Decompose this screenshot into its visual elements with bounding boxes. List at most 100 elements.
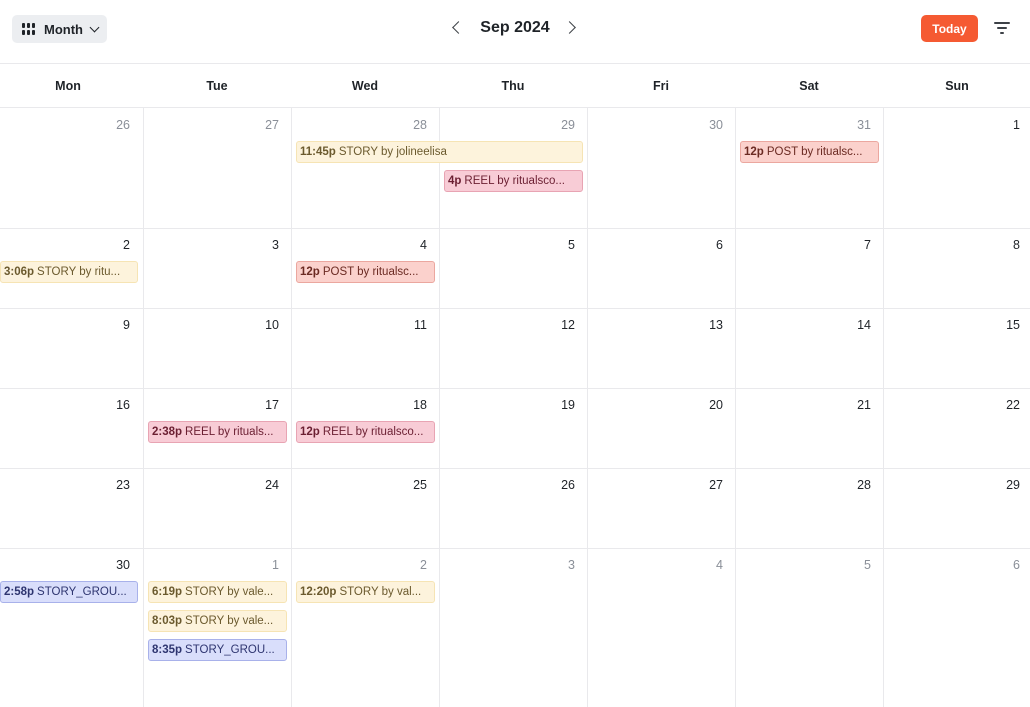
calendar-event[interactable]: 2:58p STORY_GROU... [0, 581, 138, 603]
day-number: 1 [1013, 118, 1020, 132]
previous-month-icon[interactable] [452, 21, 465, 34]
day-cell[interactable]: 4 [587, 548, 735, 707]
weekday-label: Wed [351, 79, 379, 93]
day-cell[interactable]: 26 [0, 108, 148, 228]
day-number: 7 [864, 238, 871, 252]
day-cell[interactable]: 11 [291, 308, 439, 388]
day-cell[interactable]: 14 [735, 308, 883, 388]
event-time: 12p [300, 266, 320, 278]
event-time: 12p [744, 146, 764, 158]
day-number: 9 [123, 318, 130, 332]
event-title: REEL by ritualsco... [322, 426, 424, 438]
day-number: 11 [414, 318, 427, 332]
day-cell[interactable]: 2 [291, 548, 439, 707]
event-time: 2:58p [4, 586, 35, 598]
day-cell[interactable]: 8 [883, 228, 1030, 308]
day-cell[interactable]: 16 [0, 388, 148, 468]
day-cell[interactable]: 3 [439, 548, 587, 707]
day-cell[interactable]: 6 [587, 228, 735, 308]
month-navigator: Sep 2024 [440, 14, 590, 42]
day-cell[interactable]: 1 [883, 108, 1030, 228]
event-time: 12:20p [300, 586, 337, 598]
weekday-label: Sun [945, 79, 969, 93]
today-button[interactable]: Today [921, 15, 978, 42]
event-time: 6:19p [152, 586, 183, 598]
day-number: 30 [116, 558, 130, 572]
event-title: STORY by ritu... [37, 266, 121, 278]
day-number: 28 [413, 118, 427, 132]
filter-icon[interactable] [994, 22, 1010, 34]
day-cell[interactable]: 20 [587, 388, 735, 468]
day-cell[interactable]: 27 [143, 108, 291, 228]
calendar-event[interactable]: 12p POST by ritualsc... [740, 141, 879, 163]
calendar-event[interactable]: 2:38p REEL by rituals... [148, 421, 287, 443]
day-number: 3 [272, 238, 279, 252]
day-cell[interactable]: 9 [0, 308, 148, 388]
day-cell[interactable]: 22 [883, 388, 1030, 468]
day-cell[interactable]: 28 [291, 108, 439, 228]
calendar-event[interactable]: 12:20p STORY by val... [296, 581, 435, 603]
day-cell[interactable]: 27 [587, 468, 735, 548]
day-cell[interactable]: 13 [587, 308, 735, 388]
day-number: 18 [413, 398, 427, 412]
day-cell[interactable]: 28 [735, 468, 883, 548]
day-number: 23 [116, 478, 130, 492]
calendar-toolbar: Month Sep 2024 Today [0, 0, 1030, 64]
event-title: STORY by vale... [185, 586, 274, 598]
day-cell[interactable]: 5 [439, 228, 587, 308]
grid-icon [22, 23, 35, 35]
view-switcher-label: Month [44, 21, 83, 37]
day-number: 28 [857, 478, 871, 492]
day-cell[interactable]: 21 [735, 388, 883, 468]
calendar-event[interactable]: 4p REEL by ritualsco... [444, 170, 583, 192]
day-cell[interactable]: 7 [735, 228, 883, 308]
day-number: 31 [857, 118, 871, 132]
day-number: 3 [568, 558, 575, 572]
weekday-label: Fri [653, 79, 669, 93]
day-cell[interactable]: 15 [883, 308, 1030, 388]
event-time: 4p [448, 175, 462, 187]
day-number: 6 [716, 238, 723, 252]
event-title: STORY_GROU... [185, 644, 275, 656]
day-number: 21 [857, 398, 871, 412]
calendar-event[interactable]: 12p POST by ritualsc... [296, 261, 435, 283]
day-cell[interactable]: 25 [291, 468, 439, 548]
day-number: 29 [1006, 478, 1020, 492]
calendar-event[interactable]: 12p REEL by ritualsco... [296, 421, 435, 443]
event-time: 8:03p [152, 615, 183, 627]
day-cell[interactable]: 31 [735, 108, 883, 228]
calendar-event[interactable]: 11:45p STORY by jolineelisa [296, 141, 583, 163]
day-number: 4 [716, 558, 723, 572]
day-cell[interactable]: 30 [0, 548, 148, 707]
view-switcher-button[interactable]: Month [12, 15, 107, 43]
day-cell[interactable]: 24 [143, 468, 291, 548]
day-cell[interactable]: 29 [439, 108, 587, 228]
day-number: 22 [1006, 398, 1020, 412]
day-cell[interactable]: 12 [439, 308, 587, 388]
day-cell[interactable]: 3 [143, 228, 291, 308]
calendar-event[interactable]: 3:06p STORY by ritu... [0, 261, 138, 283]
event-time: 3:06p [4, 266, 35, 278]
day-number: 27 [265, 118, 279, 132]
calendar-event[interactable]: 6:19p STORY by vale... [148, 581, 287, 603]
weekday-label: Thu [501, 79, 525, 93]
next-month-icon[interactable] [563, 21, 576, 34]
calendar-event[interactable]: 8:35p STORY_GROU... [148, 639, 287, 661]
day-cell[interactable]: 26 [439, 468, 587, 548]
day-cell[interactable]: 19 [439, 388, 587, 468]
day-number: 26 [116, 118, 130, 132]
day-cell[interactable]: 23 [0, 468, 148, 548]
calendar-event[interactable]: 8:03p STORY by vale... [148, 610, 287, 632]
day-number: 16 [116, 398, 130, 412]
day-cell[interactable]: 30 [587, 108, 735, 228]
day-cell[interactable]: 6 [883, 548, 1030, 707]
day-number: 20 [709, 398, 723, 412]
day-cell[interactable]: 10 [143, 308, 291, 388]
event-time: 12p [300, 426, 320, 438]
event-title: STORY by val... [339, 586, 422, 598]
day-number: 6 [1013, 558, 1020, 572]
day-cell[interactable]: 29 [883, 468, 1030, 548]
current-month-title: Sep 2024 [480, 19, 550, 36]
day-cell[interactable]: 5 [735, 548, 883, 707]
event-title: STORY by jolineelisa [338, 146, 447, 158]
